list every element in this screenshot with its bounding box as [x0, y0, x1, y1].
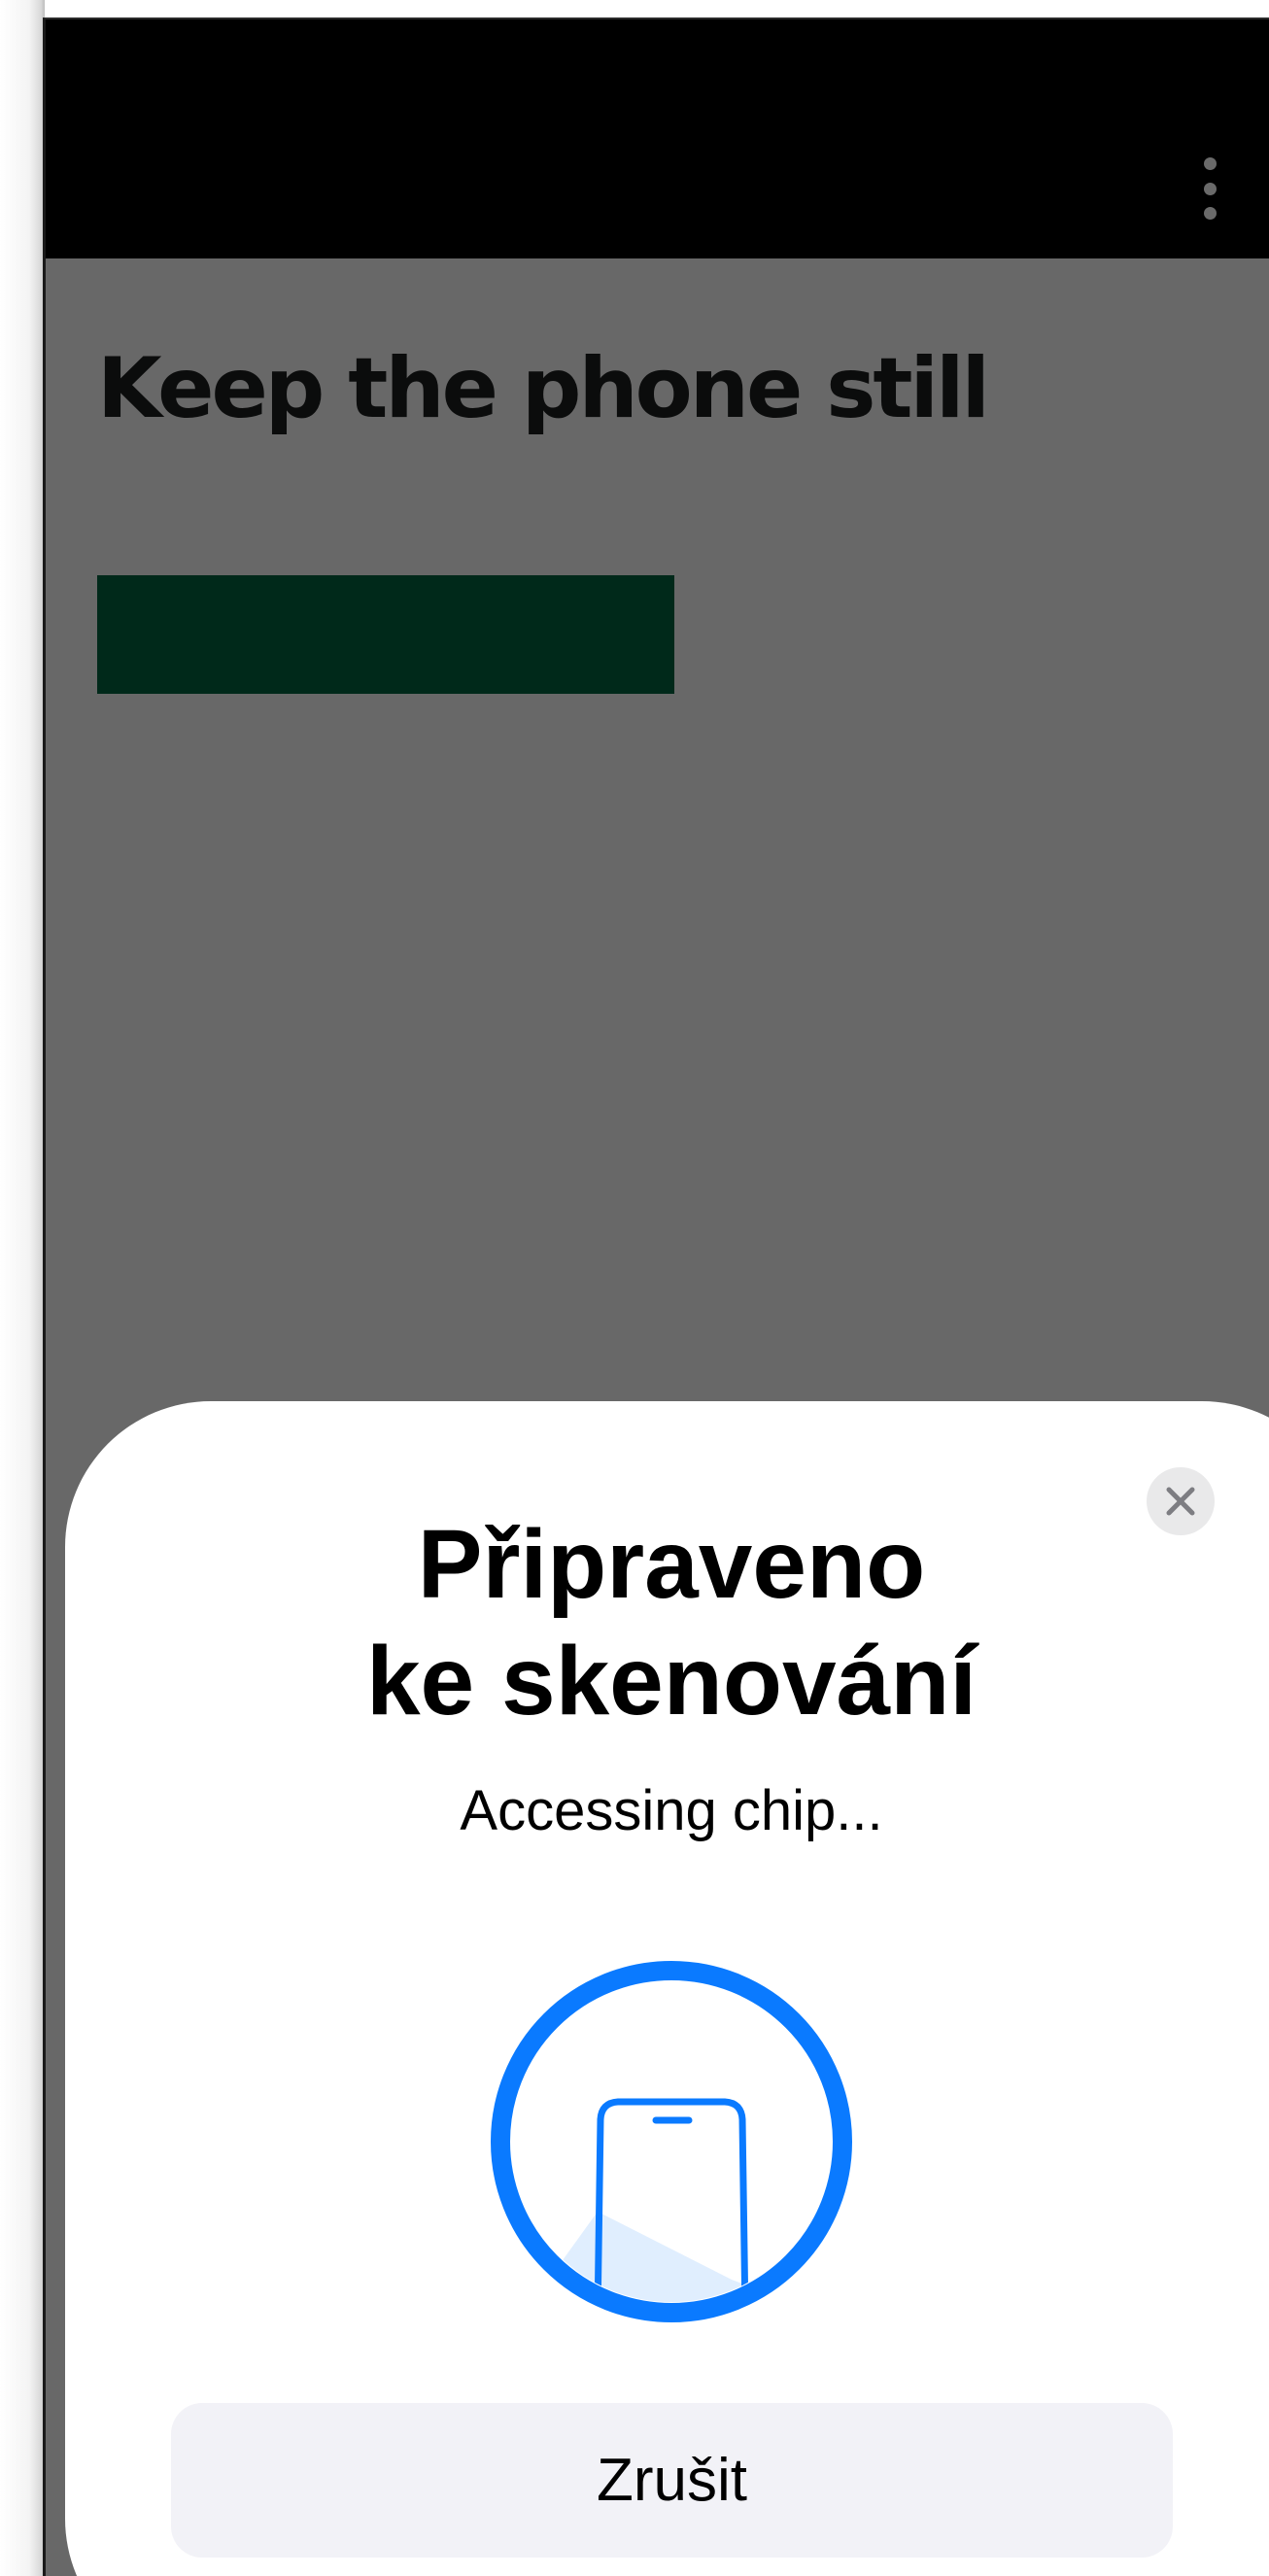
- phone-screen: Keep the phone still Připraveno ke skeno…: [43, 17, 1269, 2576]
- top-app-bar: [46, 19, 1269, 258]
- sheet-title-line-1: Připraveno: [417, 1510, 926, 1619]
- kebab-dot: [1203, 207, 1217, 220]
- cancel-button[interactable]: Zrušit: [171, 2403, 1173, 2558]
- kebab-dot: [1203, 157, 1217, 170]
- sheet-title: Připraveno ke skenování: [46, 1506, 1269, 1739]
- page-edge-shadow: [0, 0, 45, 2576]
- page-title: Keep the phone still: [97, 340, 990, 437]
- phone-scan-icon: [491, 1961, 852, 2322]
- scan-status-text: Accessing chip...: [460, 1779, 883, 1842]
- more-vertical-icon[interactable]: [1195, 157, 1224, 220]
- screenshot-stage: Keep the phone still Připraveno ke skeno…: [0, 0, 1269, 2576]
- primary-action-button[interactable]: [97, 575, 674, 694]
- kebab-dot: [1203, 182, 1217, 195]
- sheet-title-line-2: ke skenování: [365, 1627, 977, 1735]
- cancel-button-label: Zrušit: [597, 2447, 747, 2514]
